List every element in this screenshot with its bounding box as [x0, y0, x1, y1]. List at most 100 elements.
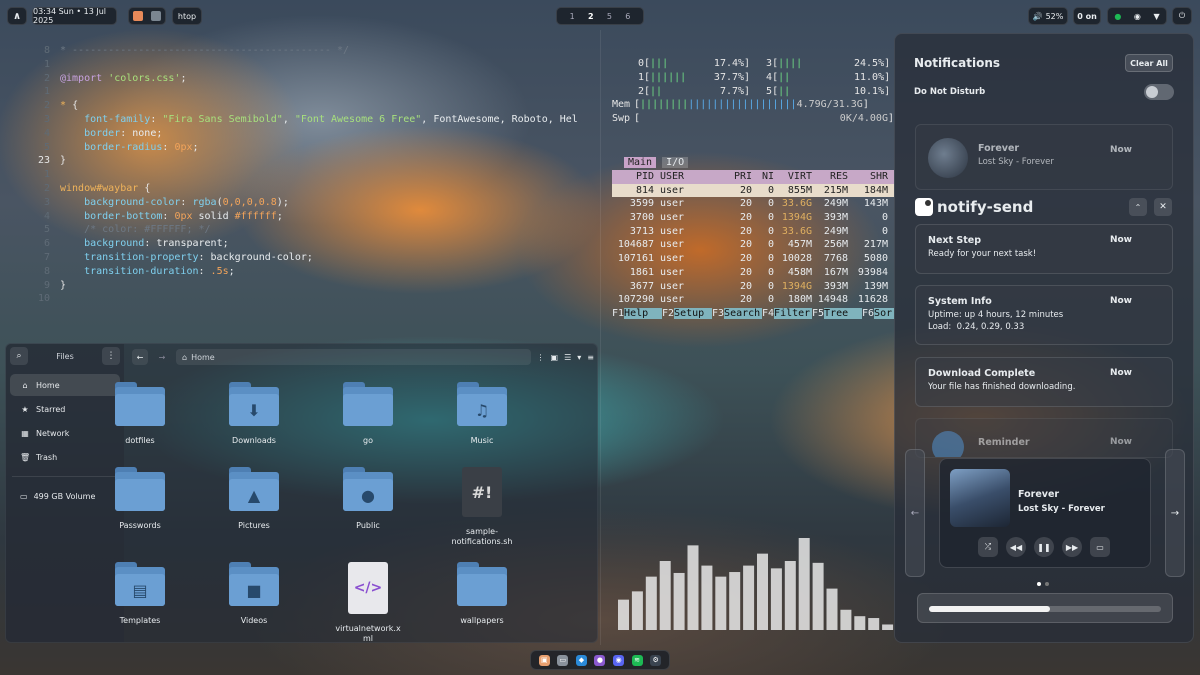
htop-tabs[interactable]: Main I/O: [624, 157, 689, 168]
files-icon[interactable]: ▣: [538, 654, 550, 666]
terminal-icon[interactable]: [151, 11, 161, 21]
code-line[interactable]: 2 window#waybar {: [30, 182, 598, 196]
discord-icon[interactable]: ◉: [1134, 12, 1141, 21]
process-table[interactable]: PID USER PRI NI VIRT RES SHR 814 user 20 0 855M 215…: [612, 170, 894, 307]
column-header-shr[interactable]: SHR: [848, 170, 888, 184]
code-line[interactable]: 5 border-radius: 0px;: [30, 141, 598, 155]
fkey-f3[interactable]: F3: [712, 308, 724, 319]
power-button[interactable]: ⏻: [1172, 7, 1192, 25]
process-row[interactable]: 107290 user 20 0 180M 14948 11628: [612, 293, 894, 307]
code-line[interactable]: 4 border-bottom: 0px solid #ffffff;: [30, 210, 598, 224]
fkey-label[interactable]: Help: [624, 308, 662, 319]
workspaces[interactable]: 1 2 5 6: [556, 7, 644, 25]
clear-all-button[interactable]: Clear All: [1125, 54, 1173, 72]
file-item[interactable]: go: [318, 382, 418, 446]
column-header-pri[interactable]: PRI: [694, 170, 752, 184]
notification-card-forever[interactable]: Forever Lost Sky - Forever Now: [915, 124, 1173, 190]
tab-io[interactable]: I/O: [662, 157, 689, 168]
file-item[interactable]: Passwords: [90, 467, 190, 531]
spotify-icon[interactable]: ●: [1114, 12, 1121, 21]
code-line[interactable]: 2 * {: [30, 99, 598, 113]
workspace-2[interactable]: 2: [588, 12, 594, 21]
code-line[interactable]: 3 font-family: "Fira Sans Semibold", "Fo…: [30, 113, 598, 127]
column-header-pid[interactable]: PID: [612, 170, 654, 184]
active-window-title[interactable]: htop: [172, 7, 202, 25]
path-bar[interactable]: ⌂ Home: [176, 349, 531, 365]
terminal-icon[interactable]: ▭: [557, 654, 569, 666]
process-row[interactable]: 107161 user 20 0 10028 7768 5080: [612, 252, 894, 266]
sidebar-item-trash[interactable]: 🗑 Trash: [10, 446, 120, 468]
media-next-page-button[interactable]: →: [1165, 449, 1185, 577]
media-player-card[interactable]: Forever Lost Sky - Forever ⤮ ◀◀ ❚❚ ▶▶ ▭: [939, 458, 1151, 568]
repeat-icon[interactable]: ▭: [1090, 537, 1110, 557]
forward-button[interactable]: →: [154, 349, 170, 365]
search-icon[interactable]: ⌕: [10, 347, 28, 365]
code-line[interactable]: 23}: [30, 154, 598, 168]
steam-icon[interactable]: ⚙: [650, 654, 662, 666]
progress-track[interactable]: [929, 606, 1161, 612]
process-header[interactable]: PID USER PRI NI VIRT RES SHR: [612, 170, 894, 184]
workspace-6[interactable]: 6: [625, 12, 630, 21]
path-menu-icon[interactable]: ⋮: [537, 353, 545, 362]
file-item[interactable]: #! sample-notifications.sh: [432, 467, 532, 547]
workspace-1[interactable]: 1: [570, 12, 575, 21]
fkey-f5[interactable]: F5: [812, 308, 824, 319]
process-row[interactable]: 3677 user 20 0 1394G 393M 139M: [612, 280, 894, 294]
view-list-icon[interactable]: ☰: [564, 353, 571, 362]
fkey-label[interactable]: Setup: [674, 308, 712, 319]
fkey-label[interactable]: Search: [724, 308, 762, 319]
workspace-5[interactable]: 5: [607, 12, 612, 21]
taskbar-apps[interactable]: [128, 7, 166, 25]
process-row[interactable]: 104687 user 20 0 457M 256M 217M: [612, 238, 894, 252]
file-item[interactable]: ▲ Pictures: [204, 467, 304, 531]
previous-icon[interactable]: ◀◀: [1006, 537, 1026, 557]
process-row[interactable]: 3713 user 20 0 33.6G 249M 0: [612, 225, 894, 239]
vscode-icon[interactable]: ◆: [575, 654, 587, 666]
file-item[interactable]: wallpapers: [432, 562, 532, 626]
wifi-icon[interactable]: ▼: [1154, 12, 1160, 21]
code-line[interactable]: 10: [30, 292, 598, 306]
new-folder-icon[interactable]: ▣: [551, 353, 559, 362]
browser-icon[interactable]: ●: [594, 654, 606, 666]
fkey-label[interactable]: Sor: [874, 308, 894, 319]
process-row[interactable]: 814 user 20 0 855M 215M 184M: [612, 183, 894, 198]
notification-card-next-step[interactable]: Next Step Ready for your next task! Now: [915, 224, 1173, 274]
code-editor[interactable]: 8 * -------------------------------------…: [30, 44, 598, 306]
process-row[interactable]: 3700 user 20 0 1394G 393M 0: [612, 211, 894, 225]
code-line[interactable]: 2 @import 'colors.css';: [30, 72, 598, 86]
next-icon[interactable]: ▶▶: [1062, 537, 1082, 557]
process-row[interactable]: 3599 user 20 0 33.6G 249M 143M: [612, 197, 894, 211]
column-header-user[interactable]: USER: [654, 170, 694, 184]
fkey-f2[interactable]: F2: [662, 308, 674, 319]
clock-widget[interactable]: 03:34 Sun • 13 Jul 2025: [32, 7, 117, 25]
volume-widget[interactable]: 🔊 52%: [1028, 7, 1068, 25]
fkey-f6[interactable]: F6: [862, 308, 874, 319]
firefox-icon[interactable]: [133, 11, 143, 21]
tab-main[interactable]: Main: [624, 157, 657, 168]
collapse-group-button[interactable]: ⌃: [1129, 198, 1147, 216]
fkey-label[interactable]: Filter: [774, 308, 812, 319]
process-row[interactable]: 1861 user 20 0 458M 167M 93984: [612, 266, 894, 280]
column-header-res[interactable]: RES: [812, 170, 848, 184]
file-manager-window[interactable]: ⌕ Files ⋮ ⌂ Home ★ Starred ▦ Network 🗑 Trash ▭ 4…: [5, 343, 598, 643]
code-line[interactable]: 1: [30, 168, 598, 182]
notification-card-reminder[interactable]: Reminder Now: [915, 418, 1173, 458]
dismiss-group-button[interactable]: ✕: [1154, 198, 1172, 216]
back-button[interactable]: ←: [132, 349, 148, 365]
code-line[interactable]: 6 background: transparent;: [30, 237, 598, 251]
file-item[interactable]: </> virtualnetwork.xml: [318, 562, 418, 642]
dnd-toggle[interactable]: [1144, 84, 1174, 100]
launcher-button[interactable]: ∧: [7, 7, 27, 25]
code-line[interactable]: 1: [30, 85, 598, 99]
media-prev-page-button[interactable]: ←: [905, 449, 925, 577]
notification-toggle[interactable]: 0 on: [1073, 7, 1101, 25]
column-header-virt[interactable]: VIRT: [774, 170, 812, 184]
file-item[interactable]: ⬇ Downloads: [204, 382, 304, 446]
file-item[interactable]: ■ Videos: [204, 562, 304, 626]
spotify-icon[interactable]: ≋: [631, 654, 643, 666]
code-line[interactable]: 9}: [30, 279, 598, 293]
discord-icon[interactable]: ◉: [613, 654, 625, 666]
code-line[interactable]: 1: [30, 58, 598, 72]
code-line[interactable]: 8 * -------------------------------------…: [30, 44, 598, 58]
code-line[interactable]: 8 transition-duration: .5s;: [30, 265, 598, 279]
